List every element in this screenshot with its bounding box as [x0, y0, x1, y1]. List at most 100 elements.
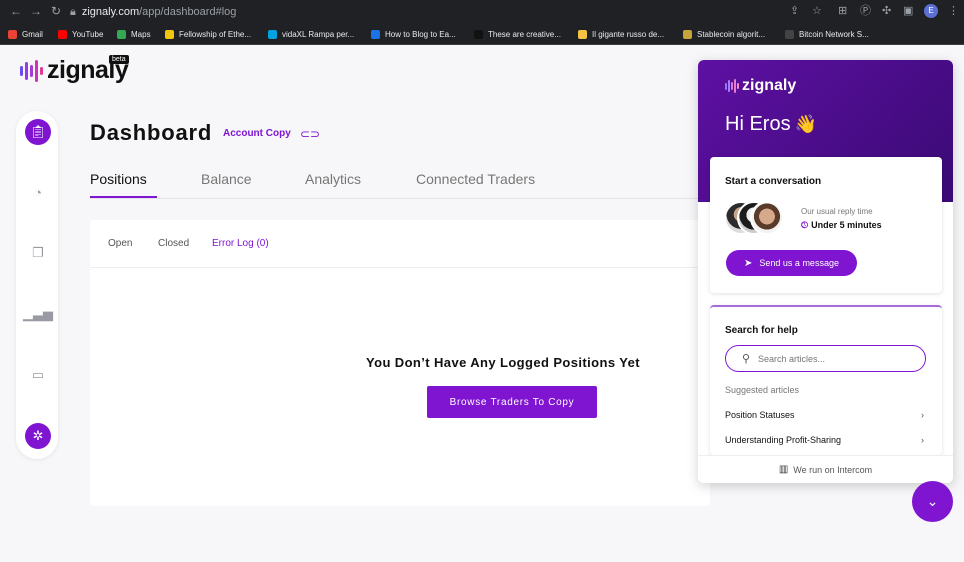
bookmark-favicon	[268, 29, 277, 39]
tab-balance[interactable]: Balance	[201, 171, 252, 187]
bookmark-item[interactable]: Bitcoin Network S...	[785, 27, 869, 41]
intercom-footer-text: We run on Intercom	[793, 464, 873, 475]
bookmark-favicon	[785, 29, 794, 39]
bookmark-label: Bitcoin Network S...	[799, 29, 869, 39]
article-link[interactable]: Position Statuses ›	[725, 410, 926, 420]
app-page: zignaly beta 📋︎ ◔ ❐ ▁▃▅ ▭ ✲ Dashboard Ac…	[0, 45, 964, 562]
dashboard-nav-icon[interactable]: 📋︎	[25, 119, 51, 145]
tab-connected-traders[interactable]: Connected Traders	[416, 171, 535, 187]
bookmark-favicon	[578, 29, 587, 39]
tab-positions[interactable]: Positions	[90, 171, 147, 187]
bookmark-item[interactable]: Stablecoin algorit...	[683, 27, 765, 41]
bookmark-item[interactable]: Maps	[117, 27, 151, 41]
signal-nav-icon[interactable]: ▁▃▅	[23, 301, 53, 327]
side-rail: 📋︎ ◔ ❐ ▁▃▅ ▭ ✲	[16, 111, 58, 459]
bookmark-favicon	[165, 29, 174, 39]
messenger-logo: zignaly	[725, 78, 796, 94]
empty-state-message: You Don’t Have Any Logged Positions Yet	[366, 355, 640, 370]
bookmarks-bar: Gmail YouTube Maps Fellowship of Ethe...…	[0, 23, 964, 45]
logo-bars-icon	[725, 78, 739, 94]
bookmark-favicon	[58, 29, 67, 39]
send-message-label: Send us a message	[759, 258, 839, 268]
chevron-right-icon: ›	[921, 435, 924, 445]
link-icon[interactable]: ⊂⊃	[300, 127, 320, 141]
extension-p-icon[interactable]: Ⓟ	[860, 4, 871, 18]
bookmark-favicon	[371, 29, 380, 39]
back-icon[interactable]: ←	[10, 4, 22, 18]
article-title: Understanding Profit-Sharing	[725, 435, 842, 445]
subtab-closed[interactable]: Closed	[158, 238, 189, 249]
copy-nav-icon[interactable]: ❐	[25, 240, 51, 266]
bookmark-item[interactable]: Il gigante russo de...	[578, 27, 664, 41]
bookmark-label: Gmail	[22, 29, 43, 39]
greeting-text: Hi Eros	[725, 113, 791, 135]
forward-icon[interactable]: →	[30, 4, 42, 18]
page-title: Dashboard	[90, 120, 213, 145]
send-plane-icon: ➤	[744, 257, 753, 269]
intercom-icon: ▥	[778, 464, 789, 475]
wave-icon: 👋	[794, 114, 817, 134]
share-icon[interactable]: ⇪	[790, 4, 799, 18]
suggested-label: Suggested articles	[725, 385, 800, 395]
subtab-open[interactable]: Open	[108, 238, 132, 249]
menu-icon[interactable]: ⋮	[948, 4, 959, 18]
bookmark-label: Fellowship of Ethe...	[179, 29, 252, 39]
article-search[interactable]: ⚲	[725, 345, 926, 372]
monitor-nav-icon[interactable]: ▭	[25, 362, 51, 388]
browse-traders-button[interactable]: Browse Traders To Copy	[427, 386, 597, 418]
article-link[interactable]: Understanding Profit-Sharing ›	[725, 435, 926, 445]
url-bar[interactable]: 🔒︎ zignaly.com/app/dashboard#log	[70, 4, 840, 20]
beta-badge: beta	[109, 55, 129, 64]
account-copy-link[interactable]: Account Copy	[223, 128, 291, 139]
url-path: /app/dashboard#log	[139, 6, 237, 18]
browser-address-bar: ← → ↻ 🔒︎ zignaly.com/app/dashboard#log ⇪ …	[0, 0, 964, 23]
extensions-icon[interactable]: ✣	[882, 4, 891, 18]
bookmark-label: These are creative...	[488, 29, 561, 39]
send-message-button[interactable]: ➤ Send us a message	[726, 250, 857, 276]
positions-card: Open Closed Error Log (0) You Don’t Have…	[90, 220, 710, 506]
pie-chart-nav-icon[interactable]: ◔	[25, 179, 51, 205]
subtab-error-log[interactable]: Error Log (0)	[212, 238, 269, 249]
bookmark-item[interactable]: vidaXL Rampa per...	[268, 27, 354, 41]
translate-icon[interactable]: ⊞	[838, 4, 847, 18]
sidepanel-icon[interactable]: ▣	[903, 4, 913, 18]
intercom-footer[interactable]: ▥ We run on Intercom	[698, 455, 953, 483]
bookmark-favicon	[117, 29, 126, 39]
reply-time-label: Our usual reply time	[801, 207, 873, 216]
help-title: Search for help	[725, 325, 798, 336]
conversation-title: Start a conversation	[725, 176, 822, 187]
logo-bars-icon	[20, 59, 43, 83]
reply-time-value: 🕓︎ Under 5 minutes	[801, 220, 882, 231]
bookmark-label: How to Blog to Ea...	[385, 29, 456, 39]
intercom-messenger: zignaly Hi Eros 👋 Start a conversation Ou…	[698, 60, 953, 483]
bookmark-label: YouTube	[72, 29, 104, 39]
bookmark-item[interactable]: How to Blog to Ea...	[371, 27, 456, 41]
bookmark-item[interactable]: These are creative...	[474, 27, 561, 41]
chevron-down-icon: ⌄	[926, 493, 939, 509]
bookmark-label: Il gigante russo de...	[592, 29, 665, 39]
bookmark-favicon	[8, 29, 17, 39]
bookmark-item[interactable]: YouTube	[58, 27, 103, 41]
messenger-toggle-button[interactable]: ⌄	[912, 481, 953, 522]
reload-icon[interactable]: ↻	[51, 4, 61, 18]
messenger-logo-text: zignaly	[742, 77, 797, 94]
start-conversation-card: Start a conversation Our usual reply tim…	[710, 157, 942, 293]
greeting: Hi Eros 👋	[725, 113, 817, 136]
reply-time-text: Under 5 minutes	[811, 220, 882, 230]
position-subtabs: Open Closed Error Log (0)	[90, 220, 710, 268]
search-help-card: Search for help ⚲ Suggested articles Pos…	[710, 305, 942, 455]
bookmark-label: Maps	[131, 29, 151, 39]
chevron-right-icon: ›	[921, 410, 924, 420]
bookmark-item[interactable]: Fellowship of Ethe...	[165, 27, 251, 41]
zignaly-logo[interactable]: zignaly beta	[20, 55, 129, 83]
tab-analytics[interactable]: Analytics	[305, 171, 361, 187]
settings-nav-icon[interactable]: ✲	[25, 423, 51, 449]
bookmark-star-icon[interactable]: ☆	[812, 4, 822, 18]
search-input[interactable]	[758, 351, 908, 366]
dashboard-tabs: Positions Balance Analytics Connected Tr…	[90, 168, 710, 199]
bookmark-favicon	[474, 29, 483, 39]
active-tab-indicator	[90, 196, 157, 198]
profile-avatar[interactable]: E	[924, 4, 938, 18]
bookmark-item[interactable]: Gmail	[8, 27, 43, 41]
bookmark-label: Stablecoin algorit...	[697, 29, 766, 39]
